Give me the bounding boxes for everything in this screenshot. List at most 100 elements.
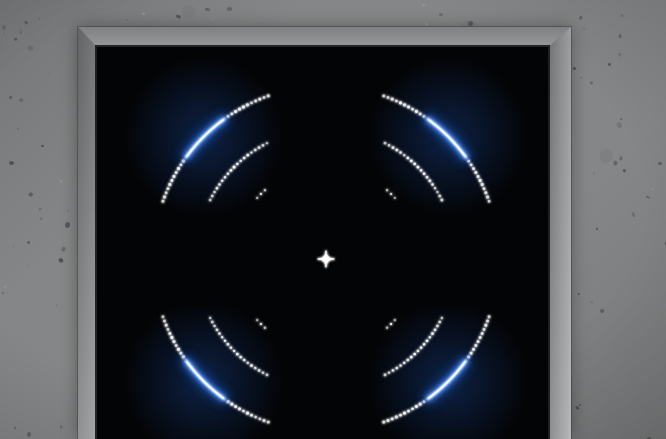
star-diamond — [319, 252, 333, 266]
arc-dot-outer — [254, 416, 257, 419]
arc-dot-inner — [390, 193, 392, 195]
wall-speck — [595, 227, 598, 230]
arc-dot-middle — [209, 199, 212, 202]
arc-dot-outer — [474, 344, 477, 347]
wall-speck — [175, 14, 180, 18]
arc-dot-outer — [163, 320, 166, 323]
arc-dot-inner — [394, 197, 396, 199]
wall-speck — [646, 196, 650, 199]
arc-dot-outer — [481, 183, 484, 186]
wall-speck — [608, 62, 612, 66]
arc-dot-outer — [488, 315, 491, 318]
arc-dot-middle — [399, 364, 402, 367]
arc-dot-middle — [423, 172, 426, 175]
arc-dot-outer — [399, 101, 402, 104]
arc-dot-middle — [410, 160, 413, 163]
wall-speck — [60, 425, 63, 428]
panel-screen[interactable] — [97, 47, 548, 439]
wall-speck — [56, 305, 57, 306]
arc-dot-middle — [438, 321, 441, 324]
wall-speck — [13, 245, 14, 247]
arc-dot-middle — [395, 367, 398, 370]
arc-dot-outer — [250, 414, 253, 417]
arc-dot-outer — [479, 336, 482, 339]
arc-dot-outer — [168, 183, 171, 186]
arc-dot-outer — [472, 167, 475, 170]
arc-dot-middle — [213, 191, 215, 193]
arc-dot-outer — [407, 105, 410, 108]
arc-dot-middle — [254, 149, 257, 152]
arc-dot-outer — [263, 96, 266, 99]
arc-dot-outer — [395, 415, 398, 418]
arc-dot-outer — [419, 403, 422, 406]
wall-speck — [572, 66, 576, 70]
wall-speck — [60, 246, 66, 252]
arc-dot-middle — [216, 329, 219, 332]
arc-dot-middle — [262, 371, 265, 374]
arc-dot-middle — [441, 317, 444, 320]
wall-speck — [40, 218, 43, 221]
arc-dot-middle — [399, 151, 402, 154]
wall-speck — [27, 431, 31, 436]
arc-dot-outer — [165, 324, 168, 327]
wall-speck — [58, 257, 64, 263]
wall-speck — [205, 7, 210, 11]
arc-dot-middle — [413, 353, 416, 356]
arc-dot-outer — [483, 187, 486, 190]
arc-dot-middle — [258, 146, 261, 149]
arc-dot-middle — [429, 336, 432, 339]
arc-dot-outer — [162, 315, 165, 318]
arc-dot-middle — [233, 166, 236, 169]
arc-dot-outer — [477, 340, 480, 343]
arc-dot-outer — [246, 103, 249, 106]
arc-dot-outer — [238, 407, 241, 410]
wall-speck — [599, 308, 605, 314]
arc-dot-middle — [246, 154, 249, 157]
arc-dot-outer — [484, 324, 487, 327]
scene — [0, 0, 666, 439]
wall-speck — [8, 95, 12, 99]
arc-dot-outer — [470, 352, 473, 355]
arc-dot-outer — [399, 414, 402, 417]
arc-dot-outer — [175, 344, 178, 347]
arc-dot-outer — [483, 328, 486, 331]
wall-speck — [591, 301, 594, 303]
arc-dot-outer — [403, 103, 406, 106]
arc-dot-outer — [242, 105, 245, 108]
arc-dot-outer — [386, 419, 389, 422]
arc-dot-outer — [254, 100, 257, 103]
wall-speck — [32, 193, 33, 194]
wall-speck — [2, 25, 6, 30]
wall-speck — [75, 277, 77, 278]
arc-dot-middle — [216, 187, 219, 190]
arc-dot-middle — [230, 169, 233, 172]
wall-speck — [227, 7, 232, 11]
arc-dot-middle — [227, 172, 230, 175]
arc-dot-middle — [431, 332, 434, 335]
arc-dot-middle — [406, 359, 409, 362]
arc-dot-outer — [242, 410, 245, 413]
arc-dot-middle — [211, 321, 214, 324]
arc-dot-outer — [175, 171, 178, 174]
arc-dot-outer — [230, 403, 233, 406]
wall-speck — [620, 14, 623, 17]
arc-dot-inner — [256, 319, 258, 321]
arc-dot-outer — [234, 405, 237, 408]
arc-dot-outer — [484, 191, 487, 194]
arc-dot-outer — [419, 112, 422, 115]
arc-dot-middle — [395, 149, 398, 152]
wall-speck — [2, 22, 4, 24]
arc-dot-middle — [426, 339, 429, 342]
wall-speck — [619, 118, 622, 121]
arc-dot-middle — [230, 346, 233, 349]
arc-dot-middle — [243, 359, 246, 362]
arc-dot-middle — [209, 317, 211, 319]
arc-dot-outer — [486, 319, 489, 322]
wall-speck — [48, 72, 50, 74]
wall-speck — [2, 292, 4, 294]
arc-dot-outer — [230, 113, 233, 116]
wall-speck — [125, 18, 128, 21]
arc-dot-middle — [218, 183, 221, 186]
wall-speck — [27, 45, 34, 51]
arc-dot-middle — [213, 325, 215, 327]
